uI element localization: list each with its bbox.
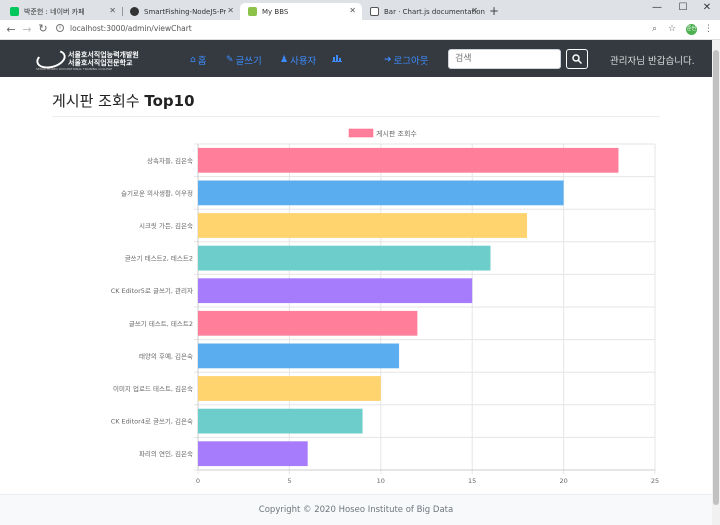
close-tab-icon[interactable]: ✕ [109, 6, 116, 15]
github-favicon-icon [130, 7, 139, 16]
edit-icon: ✎ [226, 55, 234, 65]
x-tick-label: 5 [287, 477, 291, 485]
bar [198, 147, 619, 173]
nav-write-label: 글쓰기 [235, 56, 262, 67]
document-favicon-icon [370, 7, 379, 16]
scrollbar-thumb[interactable] [713, 50, 719, 505]
category-label: 상속자들, 김은숙 [147, 156, 193, 165]
chart-icon [332, 55, 342, 62]
x-tick-label: 25 [651, 477, 659, 485]
bar [198, 245, 491, 271]
category-label: CK Editor5로 글쓰기, 관리자 [111, 286, 193, 295]
nav-logout[interactable]: ➜ 로그아웃 [384, 53, 429, 67]
search-button[interactable] [566, 49, 588, 69]
nav-chart[interactable] [332, 53, 344, 62]
bar [198, 441, 308, 467]
bar [198, 310, 418, 336]
minimize-icon[interactable]: — [644, 2, 670, 13]
category-label: 파리의 연인, 김은숙 [139, 449, 193, 458]
browser-address-bar: ← → ↻ i localhost:3000/admin/viewChart ⌕… [0, 20, 720, 40]
x-tick-label: 10 [377, 477, 385, 485]
page-title-prefix: 게시판 조회수 [52, 92, 145, 110]
home-icon: ⌂ [190, 55, 196, 65]
browser-tab[interactable]: SmartFishing-NodeJS-Project/tu ✕ [122, 3, 240, 20]
x-tick-label: 15 [468, 477, 476, 485]
logo-line3: SEOUL HOSEO OCCUPATIONAL TRAINING COLLEG… [36, 67, 113, 71]
nav-users[interactable]: ♟ 사용자 [280, 53, 316, 67]
info-icon[interactable]: i [56, 24, 64, 32]
back-arrow-icon[interactable]: ← [4, 23, 18, 37]
category-label: 글쓰기 테스트2, 테스트2 [125, 254, 193, 263]
x-tick-label: 0 [196, 477, 200, 485]
footer-copyright: Copyright © 2020 Hoseo Institute of Big … [258, 505, 454, 515]
page-footer: Copyright © 2020 Hoseo Institute of Big … [0, 494, 712, 525]
site-navbar: 서울호서직업능력개발원 서울호서직업전문학교 SEOUL HOSEO OCCUP… [0, 40, 712, 77]
url-text[interactable]: localhost:3000/admin/viewChart [70, 24, 192, 33]
tab-label: 박준헌 : 네이버 카페 [24, 7, 85, 16]
page-scrollbar[interactable] [712, 40, 720, 525]
bar [198, 343, 400, 369]
greeting-text: 관리자님 반갑습니다. [610, 56, 695, 67]
tab-label: SmartFishing-NodeJS-Project/tu [144, 7, 226, 16]
reload-icon[interactable]: ↻ [36, 22, 50, 36]
zoom-icon[interactable]: ⌕ [652, 24, 657, 34]
title-divider [52, 116, 660, 117]
category-label: 글쓰기 테스트, 테스트2 [129, 319, 193, 328]
close-window-icon[interactable]: ✕ [694, 2, 720, 13]
category-label: CK Editor4로 글쓰기, 김은숙 [111, 417, 193, 426]
users-icon: ♟ [280, 55, 289, 65]
maximize-icon[interactable]: ☐ [670, 2, 696, 13]
nav-home-label: 홈 [197, 56, 207, 67]
close-tab-icon[interactable]: ✕ [471, 6, 478, 15]
new-tab-button[interactable]: + [486, 3, 502, 19]
naver-cafe-favicon-icon [10, 7, 19, 16]
category-label: 이미지 업로드 테스트, 김은숙 [113, 384, 193, 393]
page-title-bold: Top10 [144, 92, 195, 110]
nav-write[interactable]: ✎ 글쓰기 [226, 53, 262, 67]
x-tick-label: 20 [559, 477, 567, 485]
tab-label: Bar · Chart.js documentation [384, 7, 485, 16]
browser-tab-strip: 박준헌 : 네이버 카페 ✕ SmartFishing-NodeJS-Proje… [0, 0, 720, 20]
search-input[interactable] [448, 49, 561, 69]
school-logo[interactable]: 서울호서직업능력개발원 서울호서직업전문학교 SEOUL HOSEO OCCUP… [34, 46, 139, 72]
menu-dots-icon[interactable]: ⋮ [704, 24, 713, 34]
bar [198, 376, 381, 401]
category-label: 슬기로운 의사생활, 이우정 [121, 188, 193, 197]
legend-swatch [348, 128, 374, 138]
bar [198, 180, 564, 206]
bookmark-star-icon[interactable]: ☆ [668, 24, 676, 34]
nav-home[interactable]: ⌂ 홈 [190, 53, 206, 67]
bar [198, 278, 473, 304]
close-tab-icon[interactable]: ✕ [227, 6, 234, 15]
browser-tab[interactable]: 박준헌 : 네이버 카페 ✕ [2, 3, 122, 20]
search-icon [572, 54, 582, 64]
tab-label: My BBS [262, 7, 289, 16]
category-label: 태양의 후예, 김은숙 [139, 351, 193, 360]
views-bar-chart: 게시판 조회수 0 5 10 15 20 25 상속자들, 김은숙슬기로운 의사생활, 이우정… [111, 128, 659, 485]
page-title: 게시판 조회수 Top10 [52, 90, 195, 111]
logout-icon: ➜ [384, 55, 392, 65]
nav-users-label: 사용자 [290, 56, 317, 67]
bar [198, 408, 363, 434]
close-tab-icon[interactable]: ✕ [349, 6, 356, 15]
mybbs-favicon-icon [248, 7, 257, 16]
legend-label: 게시판 조회수 [376, 129, 417, 138]
bar [198, 213, 528, 238]
profile-avatar[interactable]: 준헌 [686, 24, 697, 35]
nav-logout-label: 로그아웃 [393, 56, 429, 67]
browser-tab-active[interactable]: My BBS ✕ [240, 3, 362, 20]
browser-tab[interactable]: Bar · Chart.js documentation ✕ [362, 3, 485, 20]
forward-arrow-icon[interactable]: → [20, 23, 34, 37]
category-label: 시크릿 가든, 김은숙 [139, 221, 193, 230]
